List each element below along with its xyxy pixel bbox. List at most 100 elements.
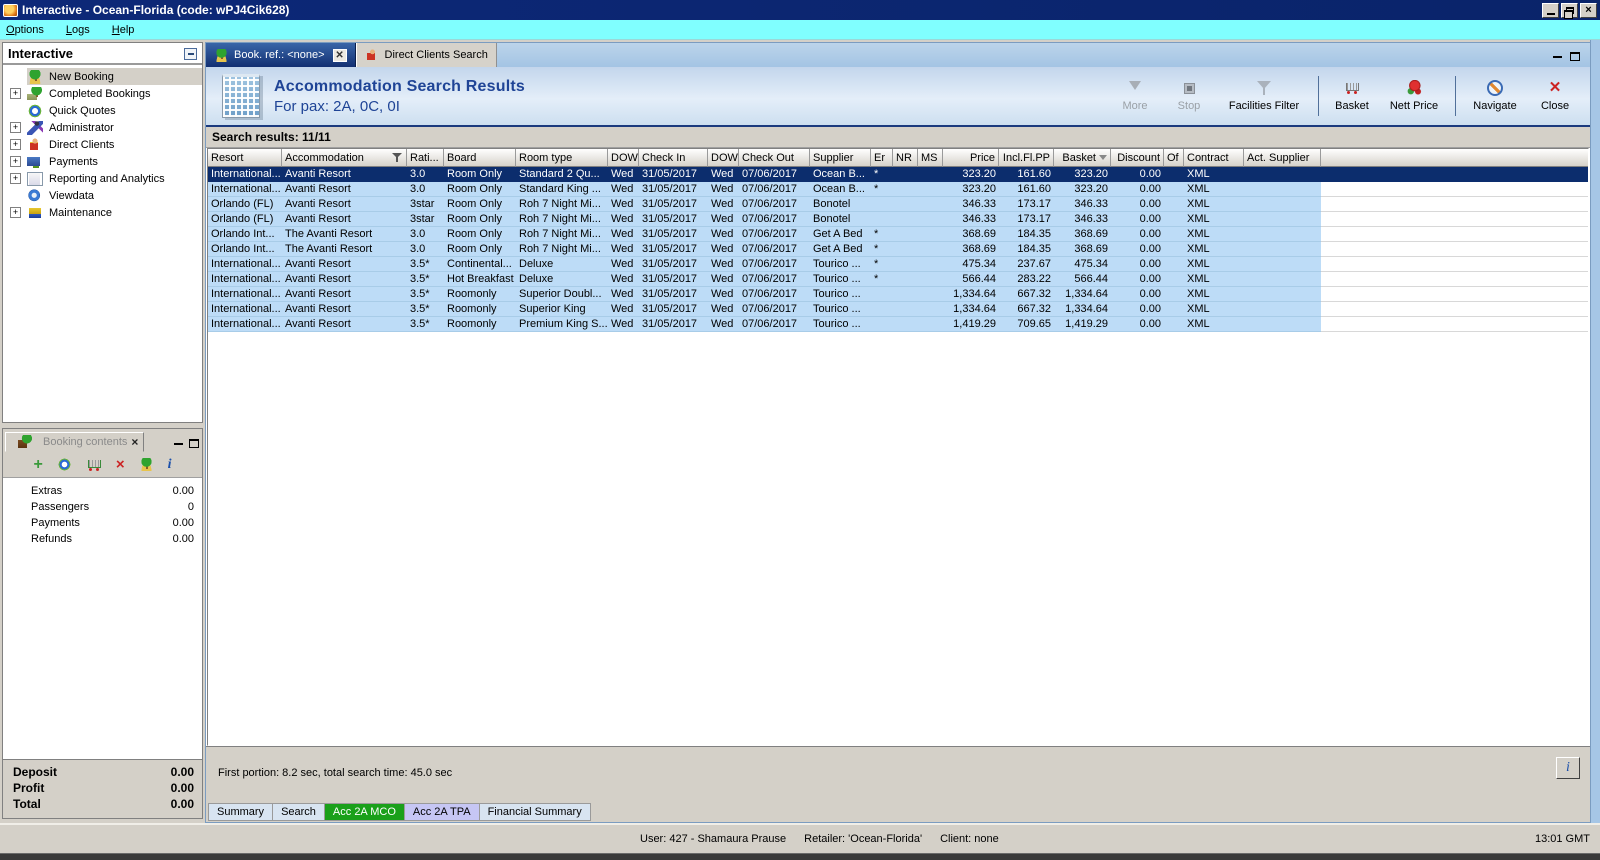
main-panel: Book. ref.: <none> ✕ Direct Clients Sear…: [205, 42, 1590, 823]
summary-label: Extras: [31, 485, 63, 497]
col-contract[interactable]: Contract: [1184, 149, 1244, 167]
sidebar-item[interactable]: + Quick Quotes: [3, 102, 202, 119]
collapse-panel-icon[interactable]: [184, 47, 197, 60]
sidebar-item[interactable]: + Completed Bookings: [3, 85, 202, 102]
tab-booking-ref[interactable]: Book. ref.: <none> ✕: [206, 43, 356, 67]
info-button[interactable]: i: [1556, 757, 1580, 779]
expand-plus-icon[interactable]: +: [10, 139, 21, 150]
col-dow-out[interactable]: DOW: [708, 149, 739, 167]
info-icon[interactable]: i: [168, 457, 172, 473]
close-results-button[interactable]: ✕ Close: [1530, 80, 1580, 112]
col-basket[interactable]: Basket: [1054, 149, 1111, 167]
holiday-icon[interactable]: [138, 458, 154, 471]
col-filler: [1321, 149, 1588, 167]
delete-item-icon[interactable]: ×: [116, 456, 125, 473]
total-value: 0.00: [170, 781, 194, 795]
total-value: 0.00: [170, 765, 194, 779]
table-row[interactable]: International... Avanti Resort 3.5* Room…: [208, 302, 1588, 317]
footer-tab[interactable]: Acc 2A TPA: [404, 803, 480, 821]
sidebar-item[interactable]: + Reporting and Analytics: [3, 170, 202, 187]
booking-contents-panel: Booking contents × + × i Extras 0.00 Pas…: [2, 428, 203, 819]
col-check-out[interactable]: Check Out: [739, 149, 810, 167]
footer-tab[interactable]: Acc 2A MCO: [324, 803, 405, 821]
col-accommodation[interactable]: Accommodation: [282, 149, 407, 167]
tab-close-icon[interactable]: ✕: [332, 48, 347, 62]
table-row[interactable]: International... Avanti Resort 3.5* Cont…: [208, 257, 1588, 272]
sidebar-item[interactable]: + Administrator: [3, 119, 202, 136]
col-act-supplier[interactable]: Act. Supplier: [1244, 149, 1321, 167]
status-time: 13:01 GMT: [1534, 833, 1590, 845]
panel-maximize-icon[interactable]: [189, 439, 199, 448]
page-title: Accommodation Search Results: [274, 77, 525, 95]
total-label: Deposit: [13, 765, 58, 779]
col-check-in[interactable]: Check In: [639, 149, 708, 167]
col-rating[interactable]: Rati...: [407, 149, 444, 167]
sidebar-item[interactable]: + Direct Clients: [3, 136, 202, 153]
col-board[interactable]: Board: [444, 149, 516, 167]
navigate-button[interactable]: Navigate: [1464, 80, 1526, 112]
col-of[interactable]: Of: [1164, 149, 1184, 167]
filter-funnel-icon[interactable]: [392, 152, 403, 163]
col-dow-in[interactable]: DOW: [608, 149, 639, 167]
cart-transfer-icon[interactable]: [86, 459, 102, 471]
quote-clock-icon[interactable]: [56, 458, 72, 471]
footer-tab[interactable]: Summary: [208, 803, 274, 821]
menu-logs[interactable]: Logs: [66, 24, 90, 36]
nett-price-button[interactable]: Nett Price: [1381, 80, 1447, 112]
col-nr[interactable]: NR: [893, 149, 918, 167]
expand-plus-icon[interactable]: +: [10, 88, 21, 99]
sidebar-item[interactable]: + Viewdata: [3, 187, 202, 204]
col-resort[interactable]: Resort: [208, 149, 282, 167]
table-row[interactable]: International... Avanti Resort 3.5* Room…: [208, 317, 1588, 332]
table-row[interactable]: International... Avanti Resort 3.0 Room …: [208, 167, 1588, 182]
summary-label: Payments: [31, 517, 80, 529]
globe-icon: [27, 188, 43, 203]
menu-help[interactable]: Help: [112, 24, 135, 36]
toolbox-icon: [27, 205, 43, 220]
facilities-filter-button[interactable]: Facilities Filter: [1218, 80, 1310, 112]
panel-minimize-icon[interactable]: [174, 442, 183, 445]
table-row[interactable]: International... Avanti Resort 3.0 Room …: [208, 182, 1588, 197]
table-row[interactable]: International... Avanti Resort 3.5* Room…: [208, 287, 1588, 302]
col-er[interactable]: Er: [871, 149, 893, 167]
sidebar-item-label: New Booking: [49, 70, 114, 83]
restore-button[interactable]: [1561, 2, 1578, 19]
col-room-type[interactable]: Room type: [516, 149, 608, 167]
col-discount[interactable]: Discount: [1111, 149, 1164, 167]
expand-plus-icon[interactable]: +: [10, 156, 21, 167]
sidebar-item-label: Direct Clients: [49, 138, 115, 151]
col-price[interactable]: Price: [943, 149, 999, 167]
main-maximize-icon[interactable]: [1570, 52, 1580, 61]
page-subtitle: For pax: 2A, 0C, 0I: [274, 97, 400, 115]
footer-tab[interactable]: Search: [273, 803, 325, 821]
tab-direct-clients-search[interactable]: Direct Clients Search: [355, 43, 497, 67]
booking-case-icon: [17, 435, 33, 449]
basket-button[interactable]: Basket: [1327, 80, 1377, 112]
sidebar-item[interactable]: + Maintenance: [3, 204, 202, 221]
col-incl-fl-pp[interactable]: Incl.Fl.PP: [999, 149, 1054, 167]
close-window-button[interactable]: ×: [1580, 2, 1597, 18]
table-row[interactable]: Orlando (FL) Avanti Resort 3star Room On…: [208, 197, 1588, 212]
table-row[interactable]: Orlando (FL) Avanti Resort 3star Room On…: [208, 212, 1588, 227]
sidebar-item[interactable]: + New Booking: [3, 68, 202, 85]
expand-plus-icon[interactable]: +: [10, 207, 21, 218]
col-supplier[interactable]: Supplier: [810, 149, 871, 167]
add-item-icon[interactable]: +: [34, 456, 43, 474]
table-row[interactable]: Orlando Int... The Avanti Resort 3.0 Roo…: [208, 242, 1588, 257]
sidebar-item[interactable]: + Payments: [3, 153, 202, 170]
minimize-button[interactable]: [1542, 2, 1559, 18]
col-ms[interactable]: MS: [918, 149, 943, 167]
table-row[interactable]: Orlando Int... The Avanti Resort 3.0 Roo…: [208, 227, 1588, 242]
main-minimize-icon[interactable]: [1553, 55, 1562, 58]
close-panel-icon[interactable]: ×: [131, 435, 138, 449]
expand-plus-icon[interactable]: +: [10, 173, 21, 184]
person-icon: [27, 137, 43, 152]
table-row[interactable]: International... Avanti Resort 3.5* Hot …: [208, 272, 1588, 287]
more-button: More: [1110, 80, 1160, 112]
booking-contents-tab[interactable]: Booking contents ×: [5, 432, 145, 452]
sidebar-item-label: Completed Bookings: [49, 87, 151, 100]
menu-options[interactable]: Options: [6, 24, 44, 36]
menu-bar: Options Logs Help: [0, 20, 1600, 40]
expand-plus-icon[interactable]: +: [10, 122, 21, 133]
footer-tab[interactable]: Financial Summary: [479, 803, 591, 821]
